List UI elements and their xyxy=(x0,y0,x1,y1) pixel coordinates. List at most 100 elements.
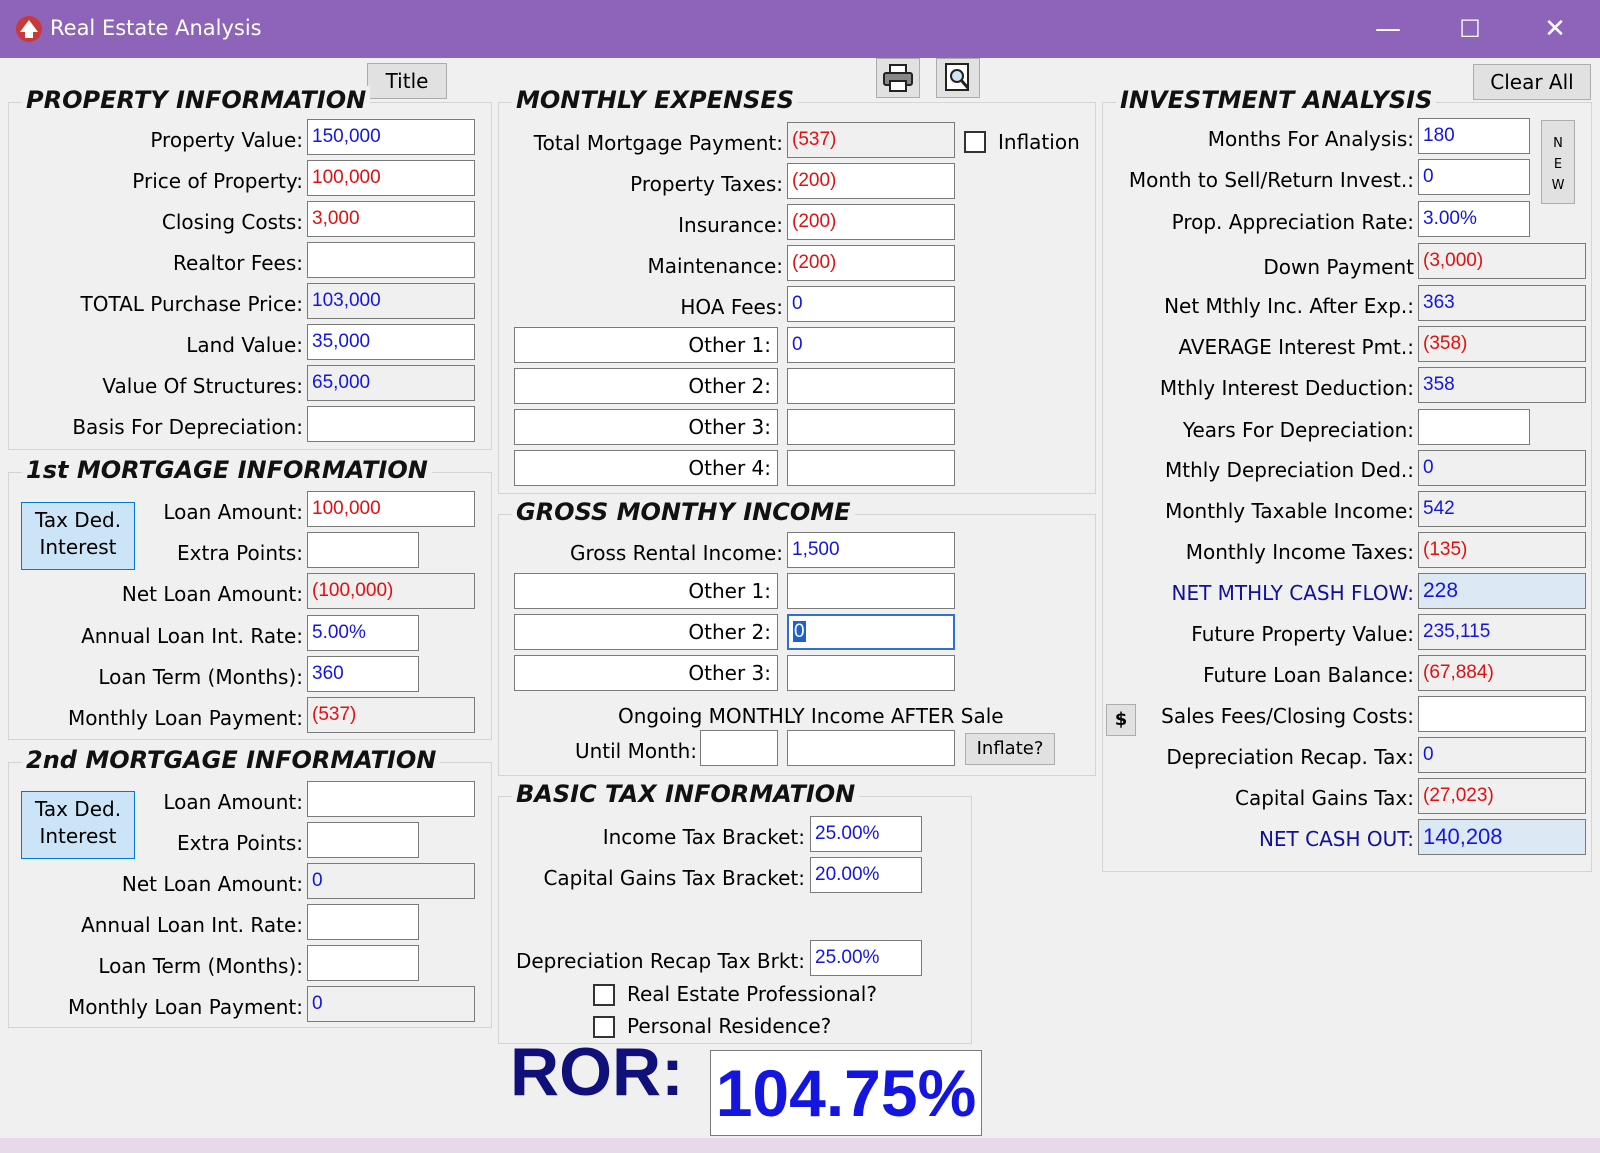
print-button[interactable] xyxy=(876,58,920,98)
income-other1-field[interactable] xyxy=(787,573,955,609)
ongoing-amount-field[interactable] xyxy=(787,730,955,766)
avg-interest-label: AVERAGE Interest Pmt.: xyxy=(1178,335,1414,359)
appreciation-field[interactable]: 3.00% xyxy=(1418,201,1530,237)
close-button[interactable]: ✕ xyxy=(1535,10,1575,48)
until-month-field[interactable] xyxy=(700,730,778,766)
m1-extra-points-field[interactable] xyxy=(307,532,419,568)
closing-costs-label: Closing Costs: xyxy=(161,210,303,234)
m2-net-loan-field: 0 xyxy=(307,863,475,899)
cg-tax-field: (27,023) xyxy=(1418,778,1586,814)
m1-rate-field[interactable]: 5.00% xyxy=(307,615,419,651)
minimize-button[interactable]: — xyxy=(1368,10,1408,48)
recap-bracket-field[interactable]: 25.00% xyxy=(810,940,922,976)
basis-field[interactable] xyxy=(307,406,475,442)
exp-other4-label-box[interactable]: Other 4: xyxy=(514,450,778,486)
price-label: Price of Property: xyxy=(132,169,303,193)
exp-other2-field[interactable] xyxy=(787,368,955,404)
sales-fees-field[interactable] xyxy=(1418,696,1586,732)
recap-bracket-label: Depreciation Recap Tax Brkt: xyxy=(515,949,805,973)
income-rental-field[interactable]: 1,500 xyxy=(787,532,955,568)
print-preview-button[interactable] xyxy=(936,58,980,98)
window-title: Real Estate Analysis xyxy=(50,16,262,40)
property-section-title: PROPERTY INFORMATION xyxy=(22,86,371,114)
cg-bracket-label: Capital Gains Tax Bracket: xyxy=(543,866,805,890)
professional-checkbox[interactable] xyxy=(593,984,615,1006)
new-button[interactable]: N E W xyxy=(1541,120,1575,204)
title-button[interactable]: Title xyxy=(367,63,447,99)
inflation-label: Inflation xyxy=(998,130,1080,154)
until-month-label: Until Month: xyxy=(574,739,697,763)
exp-other1-label-box[interactable]: Other 1: xyxy=(514,327,778,363)
exp-mortgage-field: (537) xyxy=(787,122,955,158)
exp-other2-label-box[interactable]: Other 2: xyxy=(514,368,778,404)
price-field[interactable]: 100,000 xyxy=(307,160,475,196)
exp-hoa-field[interactable]: 0 xyxy=(787,286,955,322)
m2-term-label: Loan Term (Months): xyxy=(98,954,303,978)
m2-extra-points-field[interactable] xyxy=(307,822,419,858)
cash-out-label: NET CASH OUT: xyxy=(1258,827,1414,851)
m1-term-label: Loan Term (Months): xyxy=(98,665,303,689)
closing-costs-field[interactable]: 3,000 xyxy=(307,201,475,237)
mortgage1-tax-ded-button[interactable]: Tax Ded. Interest xyxy=(21,502,135,570)
inflation-checkbox[interactable] xyxy=(964,131,986,153)
net-income-field: 363 xyxy=(1418,285,1586,321)
interest-deduction-label: Mthly Interest Deduction: xyxy=(1159,376,1414,400)
income-rental-label: Gross Rental Income: xyxy=(569,541,783,565)
sell-month-field[interactable]: 0 xyxy=(1418,159,1530,195)
m2-loan-amount-label: Loan Amount: xyxy=(163,790,303,814)
land-value-field[interactable]: 35,000 xyxy=(307,324,475,360)
exp-other3-field[interactable] xyxy=(787,409,955,445)
dollar-button[interactable]: $ xyxy=(1106,704,1136,736)
future-value-field: 235,115 xyxy=(1418,614,1586,650)
m1-term-field[interactable]: 360 xyxy=(307,656,419,692)
mortgage2-tax-ded-line1: Tax Ded. xyxy=(34,797,122,821)
recap-tax-field: 0 xyxy=(1418,737,1586,773)
m2-term-field[interactable] xyxy=(307,945,419,981)
inflate-button[interactable]: Inflate? xyxy=(965,733,1055,765)
income-taxes-field: (135) xyxy=(1418,532,1586,568)
income-other2-field[interactable]: 0 xyxy=(787,614,955,650)
depreciation-ded-label: Mthly Depreciation Ded.: xyxy=(1165,458,1414,482)
exp-insurance-field[interactable]: (200) xyxy=(787,204,955,240)
exp-maintenance-field[interactable]: (200) xyxy=(787,245,955,281)
m2-payment-field: 0 xyxy=(307,986,475,1022)
months-analysis-field[interactable]: 180 xyxy=(1418,118,1530,154)
mortgage2-tax-ded-button[interactable]: Tax Ded. Interest xyxy=(21,791,135,859)
clear-all-button[interactable]: Clear All xyxy=(1473,64,1591,100)
m2-payment-label: Monthly Loan Payment: xyxy=(67,995,303,1019)
income-other1-label-box[interactable]: Other 1: xyxy=(514,573,778,609)
professional-label: Real Estate Professional? xyxy=(627,982,877,1006)
exp-taxes-field[interactable]: (200) xyxy=(787,163,955,199)
maximize-button[interactable]: ☐ xyxy=(1450,10,1490,48)
income-bracket-label: Income Tax Bracket: xyxy=(602,825,805,849)
future-loan-field: (67,884) xyxy=(1418,655,1586,691)
exp-other1-field[interactable]: 0 xyxy=(787,327,955,363)
m1-payment-field: (537) xyxy=(307,697,475,733)
income-other3-field[interactable] xyxy=(787,655,955,691)
exp-other3-label-box[interactable]: Other 3: xyxy=(514,409,778,445)
m1-extra-points-label: Extra Points: xyxy=(177,541,303,565)
m2-loan-amount-field[interactable] xyxy=(307,781,475,817)
cg-bracket-field[interactable]: 20.00% xyxy=(810,857,922,893)
bottom-border xyxy=(0,1138,1600,1153)
income-bracket-field[interactable]: 25.00% xyxy=(810,816,922,852)
m2-rate-field[interactable] xyxy=(307,904,419,940)
print-preview-icon xyxy=(945,63,970,91)
exp-mortgage-label: Total Mortgage Payment: xyxy=(533,131,783,155)
land-value-label: Land Value: xyxy=(186,333,303,357)
m1-net-loan-label: Net Loan Amount: xyxy=(121,582,303,606)
ror-label: ROR: xyxy=(510,1034,684,1110)
exp-other4-field[interactable] xyxy=(787,450,955,486)
m1-loan-amount-field[interactable]: 100,000 xyxy=(307,491,475,527)
taxable-income-label: Monthly Taxable Income: xyxy=(1165,499,1414,523)
net-income-label: Net Mthly Inc. After Exp.: xyxy=(1164,294,1414,318)
future-loan-label: Future Loan Balance: xyxy=(1203,663,1414,687)
income-other3-label-box[interactable]: Other 3: xyxy=(514,655,778,691)
mortgage2-section-title: 2nd MORTGAGE INFORMATION xyxy=(22,746,441,774)
m2-net-loan-label: Net Loan Amount: xyxy=(121,872,303,896)
m1-loan-amount-label: Loan Amount: xyxy=(163,500,303,524)
realtor-fees-field[interactable] xyxy=(307,242,475,278)
property-value-field[interactable]: 150,000 xyxy=(307,119,475,155)
years-depreciation-field[interactable] xyxy=(1418,409,1530,445)
income-other2-label-box[interactable]: Other 2: xyxy=(514,614,778,650)
